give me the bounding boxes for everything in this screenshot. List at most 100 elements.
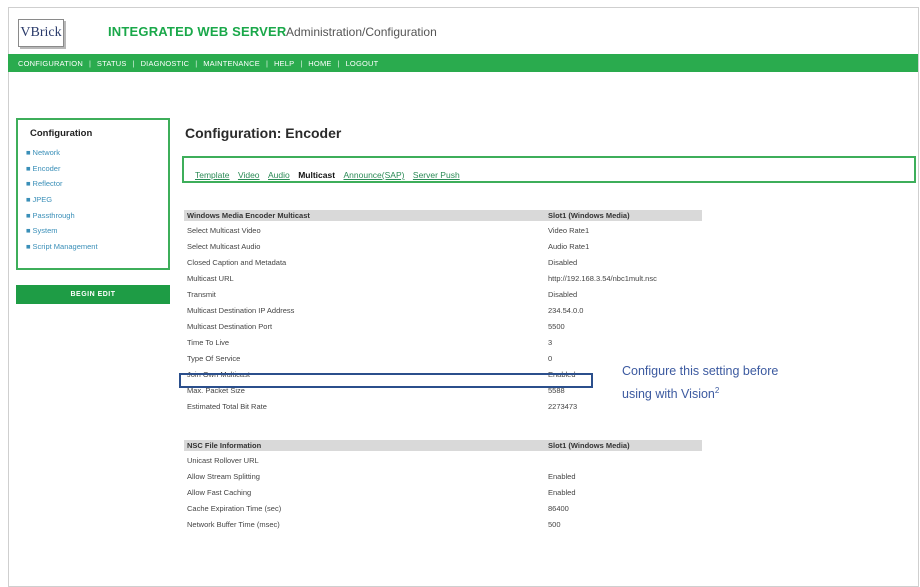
- nav-separator: |: [337, 58, 340, 68]
- sidebar-item-label: Reflector: [32, 179, 63, 189]
- row-label: Select Multicast Audio: [187, 242, 261, 251]
- row-value: 2273473: [548, 402, 578, 411]
- bullet-icon: ■: [26, 148, 31, 157]
- row-value: Disabled: [548, 258, 578, 267]
- row-label: Network Buffer Time (msec): [187, 520, 280, 529]
- sidebar-item-reflector[interactable]: ■ Reflector: [26, 176, 98, 192]
- nav-help[interactable]: HELP: [274, 59, 294, 68]
- row-value: Disabled: [548, 290, 578, 299]
- row-label: Multicast Destination IP Address: [187, 306, 295, 315]
- sidebar-item-label: Passthrough: [32, 210, 75, 220]
- row-value: 234.54.0.0: [548, 306, 584, 315]
- row-label: Multicast Destination Port: [187, 322, 273, 331]
- sidebar-item-label: System: [32, 226, 58, 236]
- row-value: 500: [548, 520, 561, 529]
- sidebar-item-script-management[interactable]: ■ Script Management: [26, 239, 98, 255]
- config-sidebar: Configuration ■ Network ■ Encoder ■ Reflect…: [16, 118, 170, 270]
- begin-edit-button[interactable]: BEGIN EDIT: [16, 285, 170, 304]
- callout-line-2-text: using with Vision: [622, 387, 715, 402]
- table-row: Allow Fast Caching Enabled: [184, 485, 702, 501]
- table-row: Select Multicast Video Video Rate1: [184, 223, 702, 239]
- section-header-value: Slot1 (Windows Media): [548, 211, 630, 220]
- section-header-value: Slot1 (Windows Media): [548, 441, 630, 450]
- table-row: Cache Expiration Time (sec) 86400: [184, 501, 702, 517]
- table-row: Unicast Rollover URL: [184, 453, 702, 469]
- table-row: Closed Caption and Metadata Disabled: [184, 255, 702, 271]
- nav-home[interactable]: HOME: [308, 59, 331, 68]
- section-header: Windows Media Encoder Multicast Slot1 (W…: [184, 210, 702, 221]
- callout-superscript: 2: [714, 386, 720, 395]
- row-value: 3: [548, 338, 553, 347]
- row-label: Estimated Total Bit Rate: [187, 402, 267, 411]
- app-subtitle: Administration/Configuration: [286, 25, 437, 39]
- tab-announce-sap[interactable]: Announce(SAP): [344, 170, 405, 180]
- row-value: Enabled: [548, 488, 576, 497]
- bullet-icon: ■: [26, 163, 31, 173]
- table-row: Transmit Disabled: [184, 287, 702, 303]
- sidebar-item-passthrough[interactable]: ■ Passthrough: [26, 208, 98, 224]
- row-label: Select Multicast Video: [187, 226, 261, 235]
- row-value: Audio Rate1: [548, 242, 590, 251]
- nav-separator: |: [265, 58, 268, 68]
- tab-server-push[interactable]: Server Push: [413, 170, 460, 180]
- nav-diagnostic[interactable]: DIAGNOSTIC: [141, 59, 190, 68]
- row-label: Time To Live: [187, 338, 230, 347]
- tab-video[interactable]: Video: [238, 170, 260, 180]
- encoder-tabbar: Template Video Audio Multicast Announce(…: [182, 156, 916, 183]
- table-row: Multicast Destination IP Address 234.54.0…: [184, 303, 702, 319]
- callout-line-2: using with Vision2: [622, 381, 778, 404]
- vbrick-logo: VBrick: [18, 19, 64, 47]
- bullet-icon: ■: [26, 242, 31, 252]
- bullet-icon: ■: [26, 210, 31, 220]
- row-label: Unicast Rollover URL: [187, 456, 259, 465]
- tab-audio[interactable]: Audio: [268, 170, 290, 180]
- sidebar-menu: ■ Network ■ Encoder ■ Reflector ■ JPEG ■ Pass…: [26, 145, 98, 255]
- row-value: 0: [548, 354, 553, 363]
- row-label: Allow Fast Caching: [187, 488, 252, 497]
- row-label: Cache Expiration Time (sec): [187, 504, 282, 513]
- nav-separator: |: [300, 58, 303, 68]
- join-own-multicast-highlight: [179, 373, 593, 388]
- sidebar-item-label: JPEG: [32, 195, 53, 205]
- nav-maintenance[interactable]: MAINTENANCE: [203, 59, 260, 68]
- table-row: Multicast URL http://192.168.3.54/nbc1mul…: [184, 271, 702, 287]
- row-value: Video Rate1: [548, 226, 590, 235]
- page-title: Configuration: Encoder: [185, 125, 342, 141]
- nav-status[interactable]: STATUS: [97, 59, 127, 68]
- row-label: Allow Stream Splitting: [187, 472, 260, 481]
- table-row: Network Buffer Time (msec) 500: [184, 517, 702, 533]
- table-row: Time To Live 3: [184, 335, 702, 351]
- sidebar-item-network[interactable]: ■ Network: [26, 145, 98, 161]
- bullet-icon: ■: [26, 226, 31, 236]
- nsc-section: NSC File Information Slot1 (Windows Medi…: [184, 440, 702, 533]
- nav-separator: |: [195, 58, 198, 68]
- section-header: NSC File Information Slot1 (Windows Medi…: [184, 440, 702, 451]
- sidebar-item-encoder[interactable]: ■ Encoder: [26, 161, 98, 177]
- table-row: Allow Stream Splitting Enabled: [184, 469, 702, 485]
- tab-multicast[interactable]: Multicast: [298, 170, 335, 180]
- sidebar-item-system[interactable]: ■ System: [26, 223, 98, 239]
- row-value: http://192.168.3.54/nbc1mult.nsc: [548, 274, 657, 283]
- table-row: Select Multicast Audio Audio Rate1: [184, 239, 702, 255]
- sidebar-item-jpeg[interactable]: ■ JPEG: [26, 192, 98, 208]
- nav-separator: |: [88, 58, 91, 68]
- callout-annotation: Configure this setting before using with…: [622, 361, 778, 404]
- nav-separator: |: [132, 58, 135, 68]
- tab-template[interactable]: Template: [195, 170, 230, 180]
- bullet-icon: ■: [26, 179, 31, 189]
- sidebar-item-label: Network: [32, 148, 61, 157]
- section-header-label: NSC File Information: [187, 441, 262, 450]
- top-navbar: CONFIGURATION | STATUS | DIAGNOSTIC | MA…: [8, 54, 918, 72]
- sidebar-title: Configuration: [30, 128, 93, 139]
- table-row: Multicast Destination Port 5500: [184, 319, 702, 335]
- row-value: Enabled: [548, 472, 576, 481]
- nav-logout[interactable]: LOGOUT: [346, 59, 379, 68]
- row-label: Transmit: [187, 290, 216, 299]
- section-header-label: Windows Media Encoder Multicast: [187, 211, 310, 220]
- row-value: 86400: [548, 504, 569, 513]
- row-label: Type Of Service: [187, 354, 241, 363]
- bullet-icon: ■: [26, 195, 31, 205]
- row-value: 5500: [548, 322, 565, 331]
- sidebar-item-label: Encoder: [32, 163, 61, 173]
- nav-configuration[interactable]: CONFIGURATION: [18, 59, 83, 68]
